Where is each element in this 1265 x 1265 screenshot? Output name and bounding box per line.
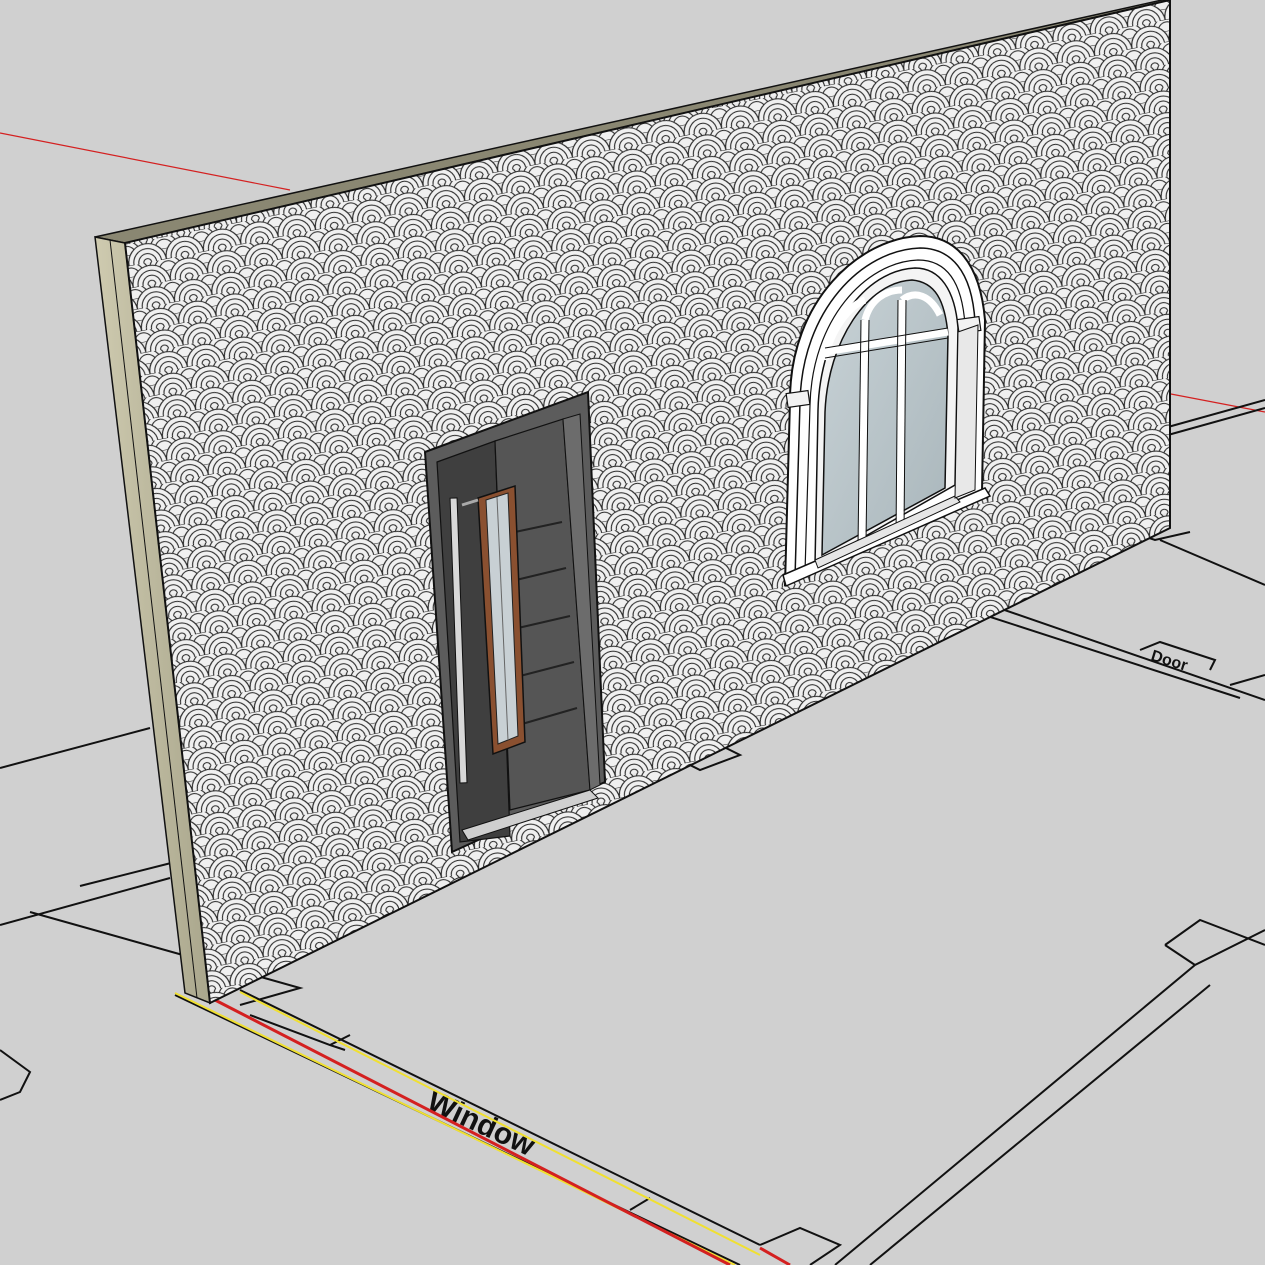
window-bracket-left xyxy=(785,389,811,409)
3d-model-viewport[interactable]: Window Door xyxy=(0,0,1265,1265)
door[interactable] xyxy=(423,390,607,854)
